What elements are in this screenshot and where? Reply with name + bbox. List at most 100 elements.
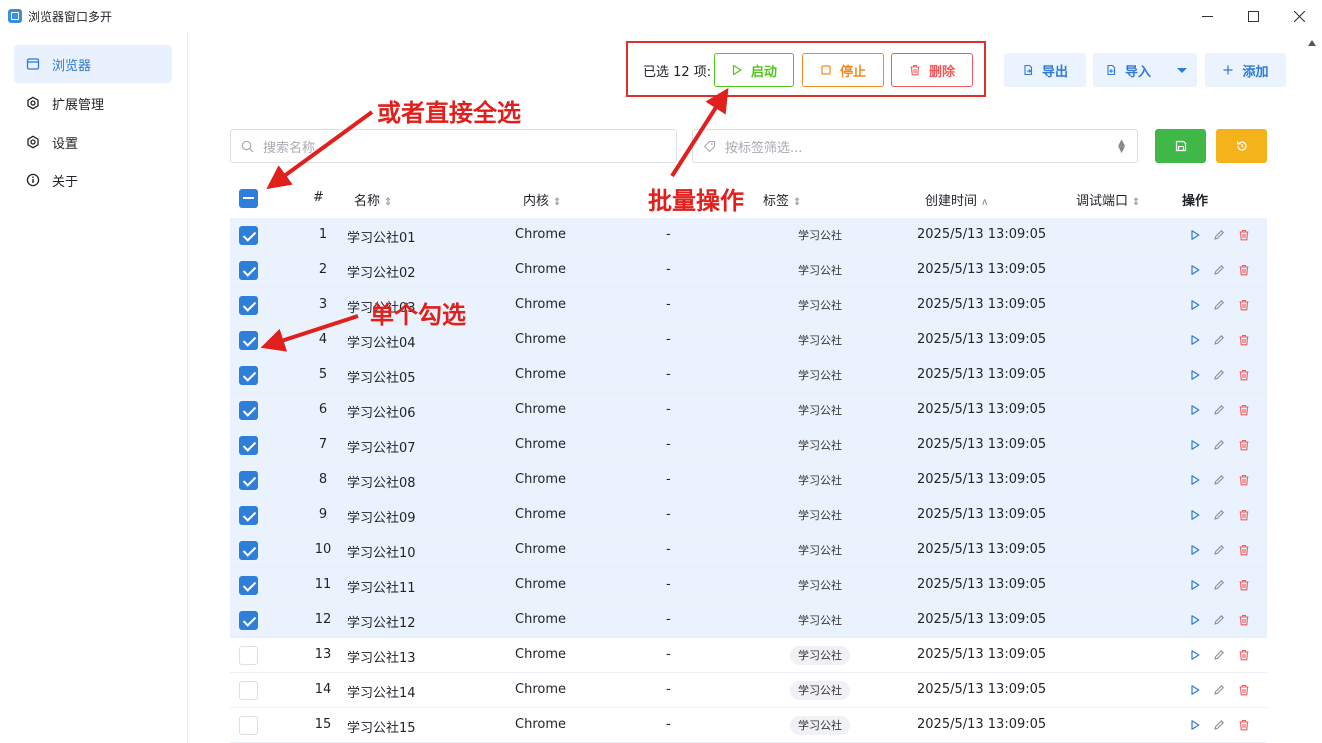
edit-icon[interactable] (1212, 508, 1226, 522)
play-icon[interactable] (1188, 543, 1202, 557)
play-icon[interactable] (1188, 648, 1202, 662)
table-row[interactable]: 8 学习公社08 Chrome - 学习公社 2025/5/13 13:09:05 (230, 463, 1267, 498)
play-icon[interactable] (1188, 718, 1202, 732)
start-button[interactable]: 启动 (714, 53, 794, 87)
restore-button[interactable] (1216, 129, 1267, 163)
table-row[interactable]: 1 学习公社01 Chrome - 学习公社 2025/5/13 13:09:05 (230, 218, 1267, 253)
add-button[interactable]: 添加 (1205, 53, 1286, 87)
trash-icon[interactable] (1237, 403, 1251, 417)
trash-icon[interactable] (1237, 718, 1251, 732)
play-icon[interactable] (1188, 228, 1202, 242)
trash-icon[interactable] (1237, 648, 1251, 662)
trash-icon[interactable] (1237, 438, 1251, 452)
trash-icon[interactable] (1237, 508, 1251, 522)
scroll-up-arrow-icon[interactable] (1308, 40, 1316, 46)
edit-icon[interactable] (1212, 718, 1226, 732)
header-port[interactable]: 调试端口 ⇕ (1076, 190, 1140, 209)
row-checkbox[interactable] (239, 576, 258, 595)
stop-button[interactable]: 停止 (802, 53, 884, 87)
tag-filter-select[interactable]: 按标签筛选... ▲ ▼ (692, 129, 1138, 163)
save-button[interactable] (1155, 129, 1206, 163)
table-row[interactable]: 11 学习公社11 Chrome - 学习公社 2025/5/13 13:09:05 (230, 568, 1267, 603)
play-icon[interactable] (1188, 578, 1202, 592)
row-checkbox[interactable] (239, 296, 258, 315)
row-checkbox[interactable] (239, 401, 258, 420)
edit-icon[interactable] (1212, 543, 1226, 557)
edit-icon[interactable] (1212, 228, 1226, 242)
play-icon[interactable] (1188, 333, 1202, 347)
play-icon[interactable] (1188, 438, 1202, 452)
table-row[interactable]: 2 学习公社02 Chrome - 学习公社 2025/5/13 13:09:05 (230, 253, 1267, 288)
table-row[interactable]: 12 学习公社12 Chrome - 学习公社 2025/5/13 13:09:05 (230, 603, 1267, 638)
edit-icon[interactable] (1212, 473, 1226, 487)
play-icon[interactable] (1188, 683, 1202, 697)
trash-icon[interactable] (1237, 683, 1251, 697)
export-button[interactable]: 导出 (1004, 53, 1086, 87)
sidebar-item-browser[interactable]: 浏览器 (14, 45, 172, 83)
minimize-button[interactable] (1184, 0, 1230, 32)
row-checkbox[interactable] (239, 436, 258, 455)
row-checkbox[interactable] (239, 261, 258, 280)
play-icon[interactable] (1188, 473, 1202, 487)
edit-icon[interactable] (1212, 578, 1226, 592)
row-checkbox[interactable] (239, 681, 258, 700)
select-all-checkbox[interactable] (239, 189, 258, 208)
trash-icon[interactable] (1237, 613, 1251, 627)
trash-icon[interactable] (1237, 333, 1251, 347)
maximize-button[interactable] (1230, 0, 1276, 32)
chevron-down-icon[interactable] (1177, 68, 1187, 73)
edit-icon[interactable] (1212, 333, 1226, 347)
close-button[interactable] (1276, 0, 1322, 32)
row-kernel: Chrome (515, 682, 566, 697)
trash-icon[interactable] (1237, 578, 1251, 592)
trash-icon[interactable] (1237, 368, 1251, 382)
header-tags[interactable]: 标签 ⇕ (763, 190, 801, 209)
play-icon[interactable] (1188, 368, 1202, 382)
edit-icon[interactable] (1212, 683, 1226, 697)
table-row[interactable]: 5 学习公社05 Chrome - 学习公社 2025/5/13 13:09:05 (230, 358, 1267, 393)
edit-icon[interactable] (1212, 438, 1226, 452)
row-checkbox[interactable] (239, 471, 258, 490)
edit-icon[interactable] (1212, 298, 1226, 312)
sidebar-item-settings[interactable]: 设置 (14, 123, 172, 161)
edit-icon[interactable] (1212, 263, 1226, 277)
row-checkbox[interactable] (239, 331, 258, 350)
delete-button[interactable]: 删除 (891, 53, 973, 87)
table-row[interactable]: 7 学习公社07 Chrome - 学习公社 2025/5/13 13:09:05 (230, 428, 1267, 463)
table-row[interactable]: 15 学习公社15 Chrome - 学习公社 2025/5/13 13:09:05 (230, 708, 1267, 743)
edit-icon[interactable] (1212, 403, 1226, 417)
row-checkbox[interactable] (239, 366, 258, 385)
row-checkbox[interactable] (239, 646, 258, 665)
header-kernel[interactable]: 内核 ⇕ (523, 190, 561, 209)
play-icon[interactable] (1188, 403, 1202, 417)
header-name[interactable]: 名称 ⇕ (354, 190, 392, 209)
sidebar-item-extensions[interactable]: 扩展管理 (14, 84, 172, 122)
play-icon[interactable] (1188, 613, 1202, 627)
play-icon[interactable] (1188, 508, 1202, 522)
table-row[interactable]: 6 学习公社06 Chrome - 学习公社 2025/5/13 13:09:05 (230, 393, 1267, 428)
row-checkbox[interactable] (239, 541, 258, 560)
edit-icon[interactable] (1212, 613, 1226, 627)
edit-icon[interactable] (1212, 368, 1226, 382)
table-row[interactable]: 10 学习公社10 Chrome - 学习公社 2025/5/13 13:09:05 (230, 533, 1267, 568)
search-input[interactable]: 搜索名称 (230, 129, 677, 163)
row-checkbox[interactable] (239, 226, 258, 245)
trash-icon[interactable] (1237, 543, 1251, 557)
main-content: 已选 12 项: 启动 停止 删除 导出 导入 添加 搜索名称 按标签筛选...… (189, 32, 1322, 743)
play-icon[interactable] (1188, 298, 1202, 312)
row-checkbox[interactable] (239, 716, 258, 735)
row-checkbox[interactable] (239, 506, 258, 525)
play-icon[interactable] (1188, 263, 1202, 277)
table-row[interactable]: 14 学习公社14 Chrome - 学习公社 2025/5/13 13:09:05 (230, 673, 1267, 708)
header-created[interactable]: 创建时间 ∧ (925, 190, 988, 209)
trash-icon[interactable] (1237, 228, 1251, 242)
row-checkbox[interactable] (239, 611, 258, 630)
edit-icon[interactable] (1212, 648, 1226, 662)
import-button[interactable]: 导入 (1093, 53, 1197, 87)
trash-icon[interactable] (1237, 263, 1251, 277)
trash-icon[interactable] (1237, 473, 1251, 487)
table-row[interactable]: 9 学习公社09 Chrome - 学习公社 2025/5/13 13:09:05 (230, 498, 1267, 533)
sidebar-item-about[interactable]: 关于 (14, 161, 172, 199)
table-row[interactable]: 13 学习公社13 Chrome - 学习公社 2025/5/13 13:09:05 (230, 638, 1267, 673)
trash-icon[interactable] (1237, 298, 1251, 312)
